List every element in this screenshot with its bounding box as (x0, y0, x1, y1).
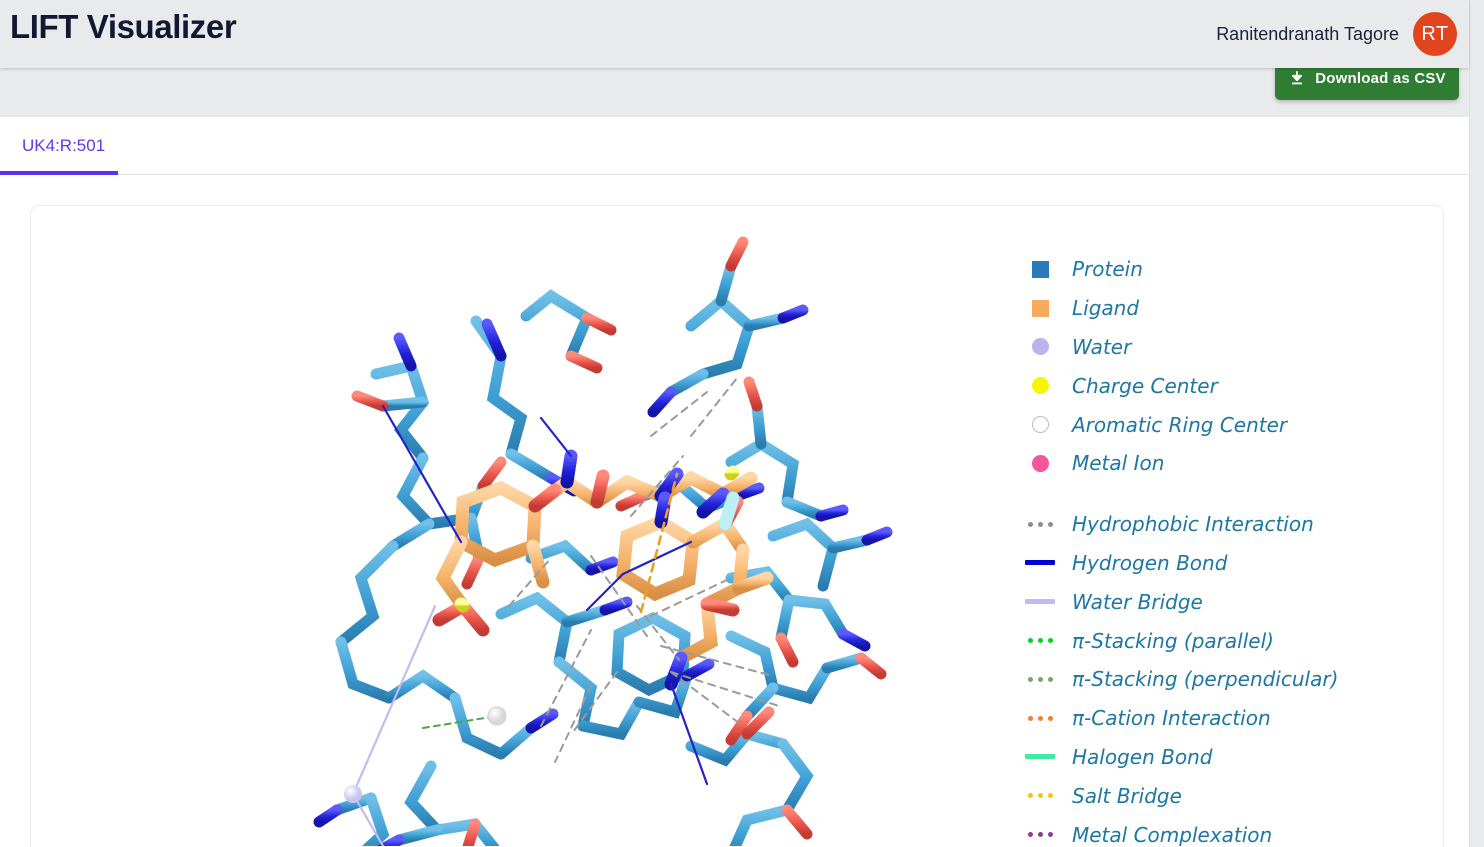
user-menu[interactable]: Ranitendranath Tagore RT (1216, 0, 1457, 68)
legend-label-aromatic-ring-center: Aromatic Ring Center (1072, 412, 1288, 437)
legend-item-hydrogen-bond: Hydrogen Bond (1025, 544, 1425, 583)
vertical-scrollbar[interactable] (1469, 0, 1484, 847)
legend-label-pi-cation-interaction: π-Cation Interaction (1072, 706, 1271, 731)
tab-uk4-r-501[interactable]: UK4:R:501 (0, 117, 127, 175)
water-sphere (344, 785, 362, 803)
legend-item-water: Water (1025, 328, 1425, 367)
legend-item-metal-ion: Metal Ion (1025, 444, 1425, 483)
legend-label-hydrophobic-interaction: Hydrophobic Interaction (1072, 512, 1314, 537)
legend-entities: Protein Ligand Water Charge Center Aroma… (1025, 250, 1425, 483)
legend-label-ligand: Ligand (1072, 296, 1140, 321)
charge-center-swatch-wrap (1025, 377, 1055, 395)
water-bridge-line-icon (1025, 599, 1055, 605)
pi-cation-swatch-wrap (1025, 715, 1055, 721)
legend-label-salt-bridge: Salt Bridge (1072, 783, 1182, 808)
page-root: LIFT Visualizer Ranitendranath Tagore RT… (0, 0, 1484, 847)
pi-cation-dots-icon (1027, 715, 1053, 721)
molecule-canvas[interactable] (31, 206, 1031, 846)
legend-item-ligand: Ligand (1025, 289, 1425, 328)
legend-interactions: Hydrophobic Interaction Hydrogen Bond Wa… (1025, 505, 1425, 847)
legend: Protein Ligand Water Charge Center Aroma… (1025, 250, 1425, 847)
legend-label-charge-center: Charge Center (1072, 373, 1218, 398)
legend-item-hydrophobic-interaction: Hydrophobic Interaction (1025, 505, 1425, 544)
legend-item-salt-bridge: Salt Bridge (1025, 776, 1425, 815)
metal-ion-swatch-wrap (1025, 454, 1055, 472)
structure-viewer-card: Protein Ligand Water Charge Center Aroma… (30, 205, 1444, 847)
charge-center-circle-icon (1031, 377, 1049, 395)
salt-bridge-dots-icon (1027, 793, 1053, 799)
metal-complexation-dots-icon (1027, 832, 1053, 838)
legend-label-water-bridge: Water Bridge (1072, 589, 1203, 614)
ligand-swatch-wrap (1025, 299, 1055, 317)
page-title: LIFT Visualizer (10, 8, 237, 45)
legend-label-water: Water (1072, 334, 1132, 359)
water-circle-icon (1031, 338, 1049, 356)
legend-item-metal-complexation: Metal Complexation (1025, 815, 1425, 847)
tab-label: UK4:R:501 (22, 136, 106, 155)
pi-stacking-parallel-swatch-wrap (1025, 638, 1055, 644)
legend-label-hydrogen-bond: Hydrogen Bond (1072, 550, 1228, 575)
protein-square-icon (1031, 260, 1049, 278)
aromatic-ring-center-circle-icon (1031, 416, 1049, 434)
legend-label-metal-ion: Metal Ion (1072, 451, 1165, 476)
toolbar: Download as CSV (0, 56, 1469, 117)
water-bridge-swatch-wrap (1025, 599, 1055, 605)
app-header: LIFT Visualizer Ranitendranath Tagore RT (0, 0, 1469, 68)
download-icon (1292, 71, 1303, 85)
legend-label-pi-stacking-perpendicular: π-Stacking (perpendicular) (1072, 667, 1339, 692)
avatar[interactable]: RT (1413, 12, 1457, 56)
legend-item-charge-center: Charge Center (1025, 366, 1425, 405)
legend-item-pi-cation-interaction: π-Cation Interaction (1025, 699, 1425, 738)
tab-bar: UK4:R:501 (0, 117, 1469, 175)
pi-stacking-parallel-dots-icon (1027, 638, 1053, 644)
halogen-bond-swatch-wrap (1025, 754, 1055, 760)
hydrogen-bond-swatch-wrap (1025, 560, 1055, 566)
metal-complexation-swatch-wrap (1025, 832, 1055, 838)
metal-ion-circle-icon (1031, 454, 1049, 472)
aromatic-ring-center-sphere (487, 706, 507, 726)
hydrophobic-dots-icon (1027, 521, 1053, 527)
user-name: Ranitendranath Tagore (1216, 23, 1399, 44)
pi-stacking-perpendicular-dots-icon (1027, 676, 1053, 682)
tab-active-indicator (0, 171, 118, 175)
legend-item-protein: Protein (1025, 250, 1425, 289)
pi-stacking-perpendicular-swatch-wrap (1025, 676, 1055, 682)
water-swatch-wrap (1025, 338, 1055, 356)
legend-item-pi-stacking-perpendicular: π-Stacking (perpendicular) (1025, 660, 1425, 699)
salt-bridge-swatch-wrap (1025, 793, 1055, 799)
aromatic-ring-center-swatch-wrap (1025, 416, 1055, 434)
legend-label-protein: Protein (1072, 257, 1143, 282)
ligand-square-icon (1031, 299, 1049, 317)
protein-swatch-wrap (1025, 260, 1055, 278)
legend-item-water-bridge: Water Bridge (1025, 582, 1425, 621)
molecule-render (313, 236, 893, 846)
legend-label-halogen-bond: Halogen Bond (1072, 744, 1213, 769)
download-csv-label: Download as CSV (1315, 69, 1446, 87)
legend-item-pi-stacking-parallel: π-Stacking (parallel) (1025, 621, 1425, 660)
hydrophobic-swatch-wrap (1025, 521, 1055, 527)
halogen-bond-line-icon (1025, 754, 1055, 760)
legend-label-pi-stacking-parallel: π-Stacking (parallel) (1072, 628, 1274, 653)
legend-item-halogen-bond: Halogen Bond (1025, 738, 1425, 777)
legend-item-aromatic-ring-center: Aromatic Ring Center (1025, 405, 1425, 444)
legend-label-metal-complexation: Metal Complexation (1072, 822, 1273, 847)
hydrogen-bond-line-icon (1025, 560, 1055, 566)
